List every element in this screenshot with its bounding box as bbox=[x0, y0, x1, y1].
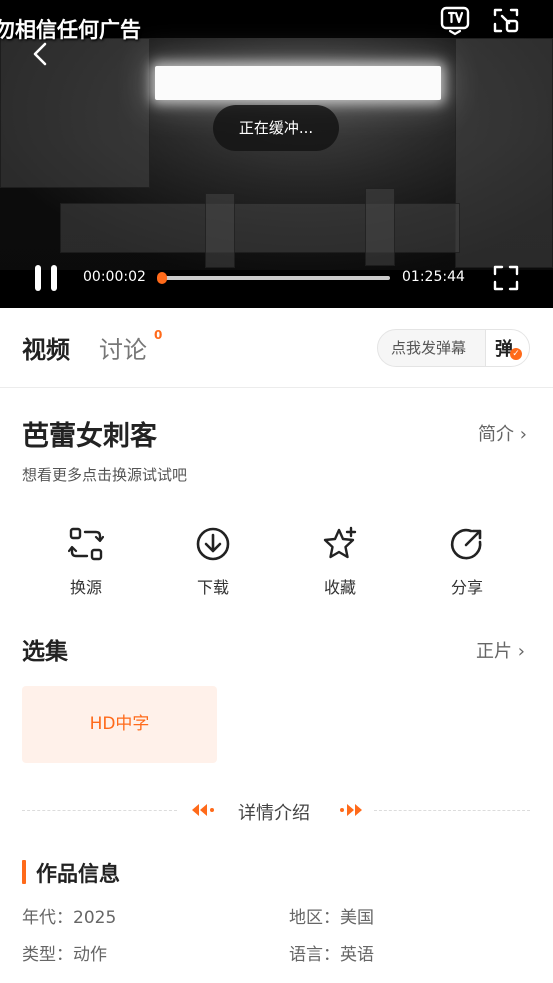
tv-cast-button[interactable] bbox=[438, 4, 472, 36]
pause-icon bbox=[51, 265, 57, 291]
episode-item[interactable]: HD中字 bbox=[22, 686, 217, 763]
buffering-toast: 正在缓冲... bbox=[213, 105, 339, 151]
danmaku-input[interactable]: 点我发弹幕 弹 ✓ bbox=[377, 329, 530, 367]
danmaku-placeholder: 点我发弹幕 bbox=[391, 339, 467, 357]
picture-in-picture-button[interactable] bbox=[490, 4, 522, 36]
details-heading: 详情介绍 bbox=[238, 803, 310, 824]
episodes-title: 选集 bbox=[22, 639, 68, 665]
share-icon bbox=[450, 528, 482, 560]
works-info-title: 作品信息 bbox=[36, 862, 120, 886]
share-label: 分享 bbox=[450, 578, 483, 597]
video-light bbox=[155, 66, 441, 100]
switch-source-button[interactable]: 换源 bbox=[41, 526, 131, 600]
tv-cast-icon bbox=[440, 6, 470, 36]
danmaku-toggle-button[interactable]: 弹 ✓ bbox=[485, 330, 529, 366]
tab-discuss[interactable]: 讨论 bbox=[99, 330, 147, 365]
chevron-left-icon bbox=[33, 42, 47, 66]
divider bbox=[374, 810, 530, 811]
double-arrow-right-icon bbox=[340, 804, 362, 816]
video-scenery bbox=[205, 193, 235, 268]
meta-genre: 类型：动作 bbox=[22, 945, 107, 965]
pause-button[interactable] bbox=[32, 263, 62, 293]
switch-source-icon bbox=[68, 527, 104, 561]
download-label: 下载 bbox=[196, 578, 229, 597]
download-button[interactable]: 下载 bbox=[168, 526, 258, 600]
meta-language: 语言：英语 bbox=[289, 945, 374, 965]
meta-year: 年代：2025 bbox=[22, 908, 117, 928]
back-button[interactable] bbox=[26, 38, 56, 70]
favorite-button[interactable]: 收藏 bbox=[295, 526, 385, 600]
favorite-star-icon bbox=[323, 526, 357, 559]
video-scenery bbox=[365, 188, 395, 266]
ad-warning-text: 勿相信任何广告 bbox=[0, 18, 141, 42]
tab-bar: 视频 讨论 0 点我发弹幕 弹 ✓ bbox=[0, 308, 553, 388]
show-subtitle: 想看更多点击换源试试吧 bbox=[22, 466, 188, 484]
episodes-link[interactable]: 正片 › bbox=[476, 637, 525, 663]
current-time: 00:00:02 bbox=[83, 269, 146, 285]
favorite-label: 收藏 bbox=[323, 578, 356, 597]
progress-bar[interactable] bbox=[157, 272, 390, 284]
show-title: 芭蕾女刺客 bbox=[22, 421, 157, 452]
fullscreen-button[interactable] bbox=[492, 264, 520, 292]
discuss-count-badge: 0 bbox=[154, 328, 163, 342]
total-time: 01:25:44 bbox=[402, 269, 465, 285]
video-scenery bbox=[455, 38, 553, 268]
intro-link[interactable]: 简介 › bbox=[478, 420, 527, 446]
meta-region: 地区：美国 bbox=[289, 908, 374, 928]
download-icon bbox=[196, 527, 230, 561]
pause-icon bbox=[35, 265, 41, 291]
tab-video[interactable]: 视频 bbox=[22, 330, 70, 365]
divider bbox=[22, 810, 177, 811]
video-scenery bbox=[0, 38, 150, 188]
action-row: 换源 下载 收藏 分享 bbox=[0, 526, 553, 600]
danmaku-on-icon: ✓ bbox=[510, 348, 522, 360]
fullscreen-icon bbox=[493, 265, 519, 291]
video-scenery bbox=[60, 203, 460, 253]
double-arrow-left-icon bbox=[192, 804, 214, 816]
video-player[interactable]: 勿相信任何广告 正在缓冲... 00:00:02 01:25:44 bbox=[0, 0, 553, 308]
switch-source-label: 换源 bbox=[69, 578, 102, 597]
section-accent-bar bbox=[22, 860, 26, 884]
share-button[interactable]: 分享 bbox=[422, 526, 512, 600]
progress-handle[interactable] bbox=[157, 272, 168, 284]
pip-icon bbox=[493, 8, 519, 33]
